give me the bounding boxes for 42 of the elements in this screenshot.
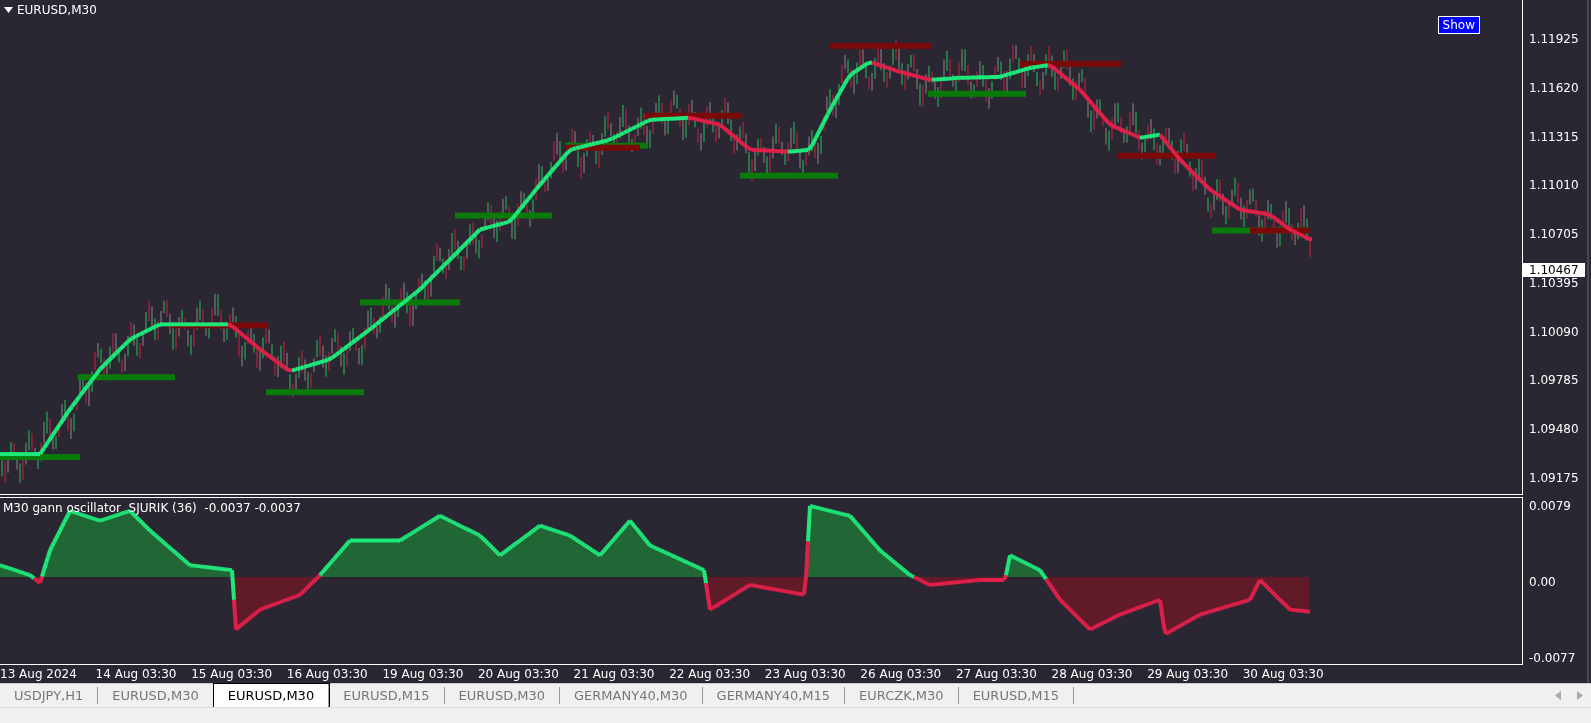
oscillator-scale-label: 0.0079 [1528,499,1572,513]
chart-tab[interactable]: EURUSD,M30 [444,687,561,704]
time-label: 26 Aug 03:30 [860,667,943,681]
indicator-label: M30 gann oscillator SJURIK (36) -0.0037 -0.0037 [3,501,301,515]
chart-tab[interactable]: EURUSD,M15 [329,687,445,704]
chart-tab[interactable]: EURUSD,M15 [958,687,1075,704]
price-label: 1.11010 [1528,178,1580,193]
time-label: 19 Aug 03:30 [382,667,465,681]
time-label: 21 Aug 03:30 [573,667,656,681]
time-label: 28 Aug 03:30 [1051,667,1134,681]
price-label: 1.09480 [1528,422,1580,437]
time-label: 15 Aug 03:30 [191,667,274,681]
price-label: 1.09175 [1528,470,1580,485]
time-label: 13 Aug 2024 [0,667,78,681]
price-label: 1.11620 [1528,80,1580,95]
time-label: 27 Aug 03:30 [955,667,1038,681]
chart-tab[interactable]: USDJPY,H1 [0,687,99,704]
time-label: 23 Aug 03:30 [764,667,847,681]
time-label: 30 Aug 03:30 [1242,667,1325,681]
time-label: 22 Aug 03:30 [669,667,752,681]
current-price-label: 1.10467 [1523,263,1585,278]
price-label: 1.10395 [1528,275,1580,290]
chart-symbol: EURUSD,M30 [17,3,97,17]
price-label: 1.10705 [1528,227,1580,242]
chart-tab[interactable]: EURCZK,M30 [845,687,959,704]
time-label: 29 Aug 03:30 [1147,667,1230,681]
price-label: 1.10090 [1528,324,1580,339]
price-label: 1.09785 [1528,373,1580,388]
show-button[interactable]: Show [1437,16,1480,34]
price-label: 1.11315 [1528,129,1580,144]
scroll-right-icon[interactable] [1577,691,1583,700]
chart-tab[interactable]: GERMANY40,M15 [702,687,846,704]
scroll-left-icon[interactable] [1555,691,1561,700]
price-label: 1.11925 [1528,32,1580,46]
chart-tab[interactable]: GERMANY40,M30 [560,687,703,704]
time-label: 20 Aug 03:30 [477,667,560,681]
dropdown-triangle-icon[interactable] [4,7,13,13]
chart-tab[interactable]: EURUSD,M30 [213,684,330,707]
oscillator-scale-label: -0.0077 [1528,651,1577,665]
time-label: 14 Aug 03:30 [95,667,178,681]
time-label: 16 Aug 03:30 [286,667,369,681]
oscillator-scale-label: 0.00 [1528,575,1557,589]
